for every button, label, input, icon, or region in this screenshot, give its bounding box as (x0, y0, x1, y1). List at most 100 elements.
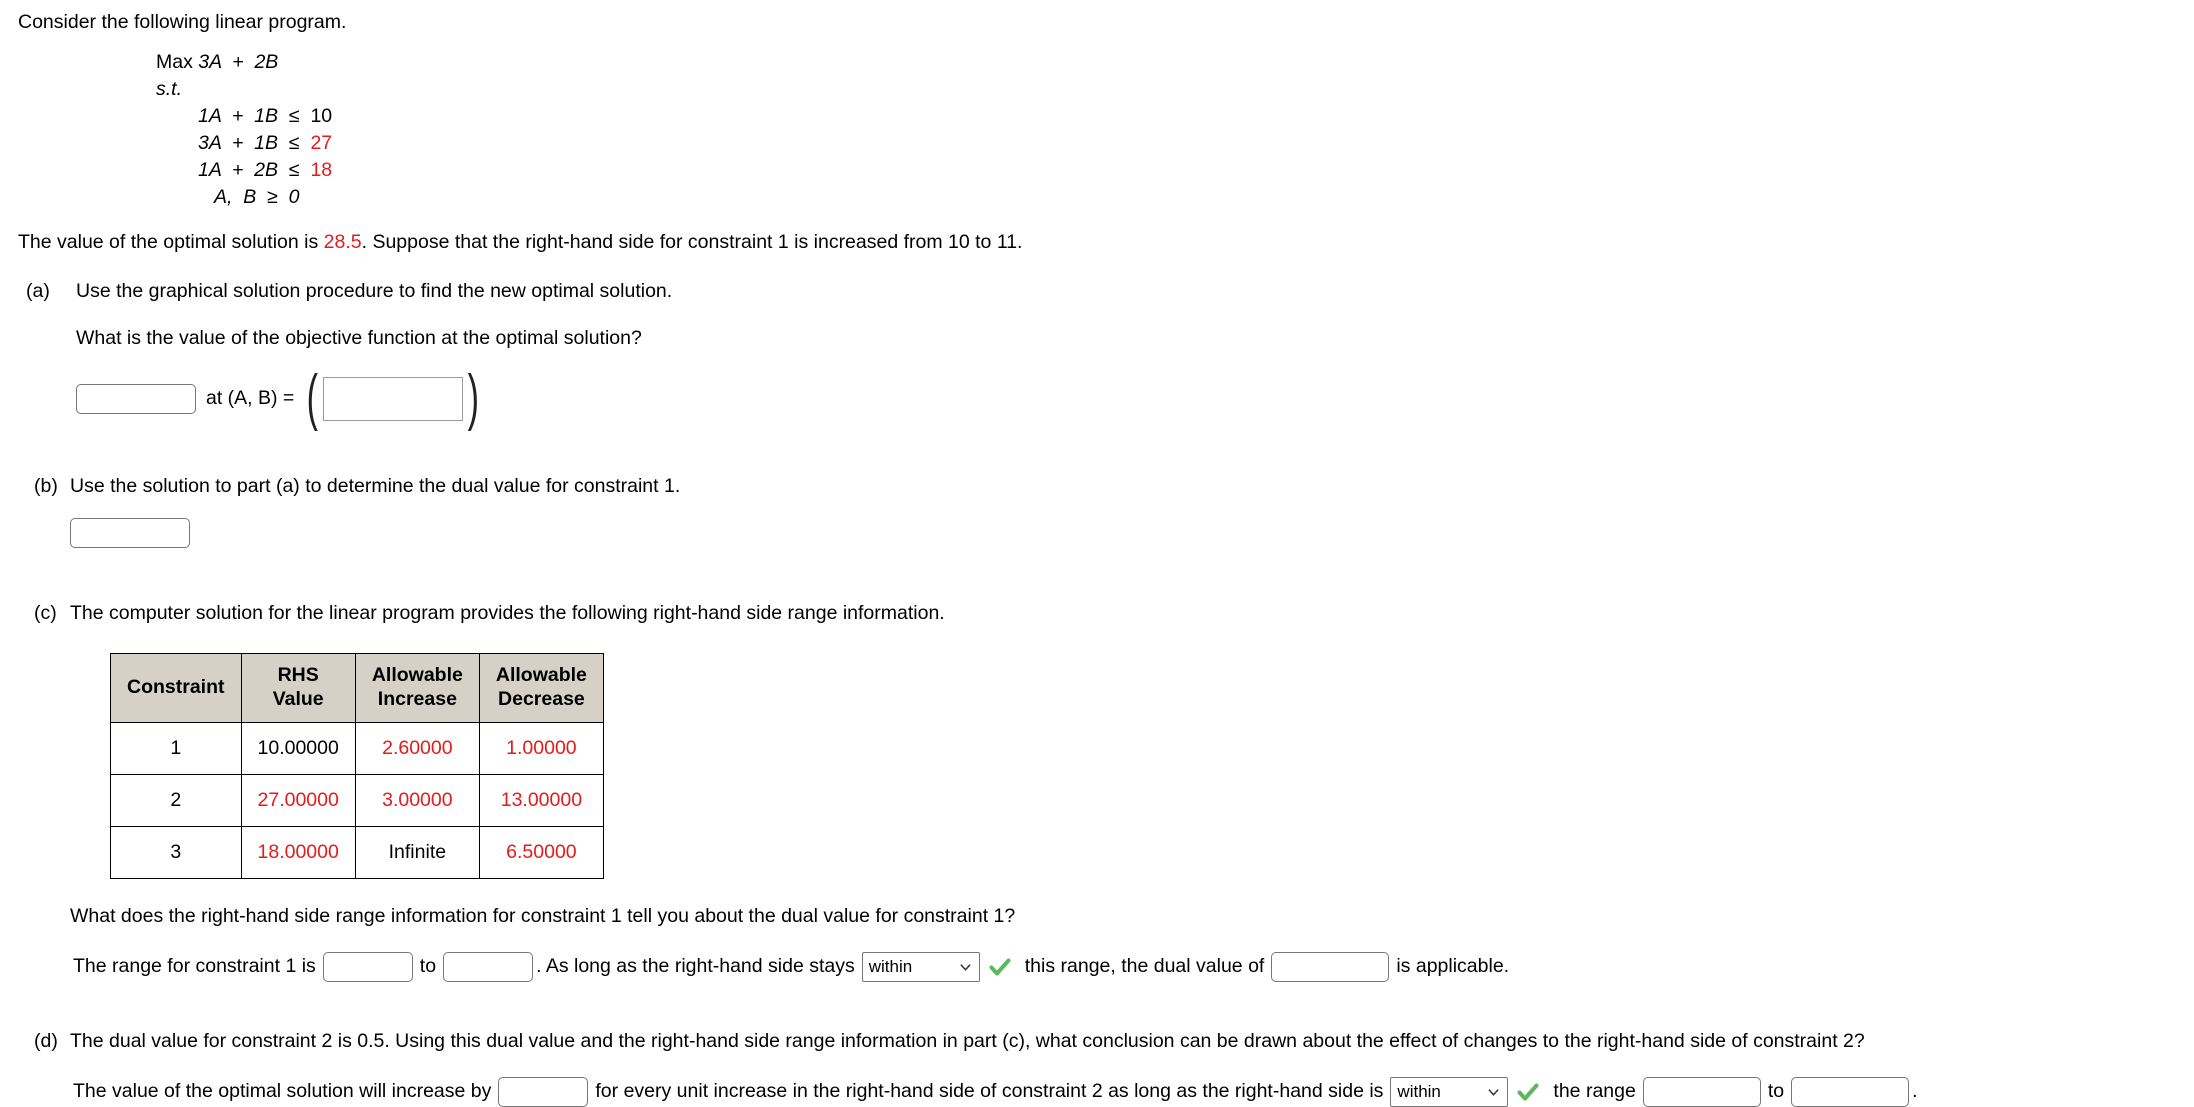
cell-allowable-increase: 2.60000 (354, 721, 480, 775)
range-condition-select-d[interactable]: within (1390, 1076, 1509, 1107)
lp-objective-prefix: Max (156, 51, 193, 74)
table-row: 2 27.00000 3.00000 13.00000 (110, 773, 604, 827)
part-d: (d) The dual value for constraint 2 is 0… (18, 1030, 2194, 1107)
lp-constraint-3-rhs: 18 (310, 159, 333, 182)
lp-objective-row: Max 3A + 2B (138, 49, 2194, 76)
part-d-text-5: . (1912, 1080, 1918, 1103)
part-d-text-1: The value of the optimal solution will i… (73, 1080, 492, 1103)
header-dec-l1: Allowable (495, 663, 587, 686)
part-d-text-4: to (1767, 1080, 1785, 1103)
part-a-prompt: Use the graphical solution procedure to … (76, 280, 673, 303)
part-c-question: What does the right-hand side range info… (70, 904, 1016, 927)
rhs-range-table: Constraint RHS Value Allowable Increase Al… (110, 652, 604, 879)
part-d-text-3: the range (1553, 1080, 1636, 1103)
cell-constraint: 1 (110, 721, 242, 775)
part-b-body: Use the solution to part (a) to determin… (18, 475, 2194, 548)
part-d-text-2: for every unit increase in the right-han… (595, 1080, 1384, 1103)
cell-allowable-decrease: 1.00000 (478, 721, 604, 775)
part-b-prompt: Use the solution to part (a) to determin… (70, 474, 681, 497)
cell-allowable-increase: 3.00000 (354, 773, 480, 827)
lp-objective-expression: 3A + 2B (198, 51, 279, 74)
table-row: 3 18.00000 Infinite 6.50000 (110, 825, 604, 879)
table-body: 1 10.00000 2.60000 1.00000 2 27.00000 3.… (110, 721, 604, 879)
lp-constraint-row-2: 3A + 1B ≤ 27 (138, 130, 2194, 157)
cell-allowable-decrease: 6.50000 (478, 825, 604, 879)
cell-rhs-value: 27.00000 (240, 773, 356, 827)
part-d-prompt: The dual value for constraint 2 is 0.5. … (70, 1029, 1865, 1052)
part-b-label: (b) (34, 474, 58, 497)
chevron-down-icon (960, 963, 971, 971)
exercise-page: Consider the following linear program. M… (0, 0, 2194, 1107)
point-input[interactable] (322, 376, 463, 421)
part-c-answer-row: The range for constraint 1 is to . As lo… (70, 951, 2194, 982)
optimal-solution-statement: The value of the optimal solution is 28.… (18, 231, 2194, 254)
range-high-input-c[interactable] (443, 951, 534, 982)
part-c-text-3: . As long as the right-hand side stays (536, 955, 855, 978)
check-icon (1517, 1083, 1539, 1101)
part-c-text-1: The range for constraint 1 is (73, 955, 316, 978)
objective-value-input[interactable] (76, 383, 196, 414)
statement-optimal-value: 28.5 (323, 231, 362, 254)
range-low-input-c[interactable] (322, 951, 413, 982)
lp-constraint-2-rel: ≤ (288, 132, 300, 155)
part-a-body: Use the graphical solution procedure to … (18, 280, 2194, 433)
header-rhs-value: RHS Value (240, 652, 356, 723)
increase-per-unit-input[interactable] (498, 1076, 589, 1107)
statement-pre: The value of the optimal solution is (18, 231, 324, 254)
range-low-input-d[interactable] (1642, 1076, 1761, 1107)
part-b-answer-row (70, 517, 2194, 548)
part-a: (a) Use the graphical solution procedure… (18, 280, 2194, 433)
part-a-label: (a) (26, 280, 50, 303)
open-paren: ( (306, 363, 319, 433)
lp-subject-to: s.t. (156, 78, 183, 101)
cell-allowable-decrease: 13.00000 (478, 773, 604, 827)
part-c-text-4: this range, the dual value of (1024, 955, 1265, 978)
check-icon (989, 958, 1011, 976)
lp-constraint-3-lhs: 1A + 2B (198, 159, 279, 182)
cell-allowable-increase: Infinite (354, 825, 480, 879)
lp-constraint-2-rhs: 27 (310, 132, 333, 155)
intro-text: Consider the following linear program. (18, 11, 347, 33)
range-high-input-d[interactable] (1791, 1076, 1910, 1107)
lp-constraint-3-rel: ≤ (288, 159, 300, 182)
lp-constraint-1-rel: ≤ (288, 105, 300, 128)
part-b: (b) Use the solution to part (a) to dete… (18, 475, 2194, 548)
part-a-answer-row: at (A, B) = ( ) (76, 363, 2194, 433)
cell-constraint: 2 (110, 773, 242, 827)
header-constraint: Constraint (110, 652, 242, 723)
dual-value-applicable-input[interactable] (1271, 951, 1390, 982)
part-c-text-2: to (419, 955, 437, 978)
part-d-label: (d) (34, 1029, 58, 1052)
part-a-question: What is the value of the objective funct… (76, 327, 642, 350)
part-d-answer-row: The value of the optimal solution will i… (70, 1076, 2194, 1107)
header-rhs-l2: Value (272, 687, 324, 710)
header-inc-l2: Increase (377, 687, 457, 710)
cell-rhs-value: 10.00000 (240, 721, 356, 775)
header-rhs-l1: RHS (277, 663, 319, 686)
part-c-text-5: is applicable. (1396, 955, 1510, 978)
lp-constraint-1-rhs: 10 (310, 105, 333, 128)
table-header-row: Constraint RHS Value Allowable Increase Al… (110, 652, 604, 723)
cell-rhs-value: 18.00000 (240, 825, 356, 879)
part-c-prompt: The computer solution for the linear pro… (70, 601, 945, 624)
dual-value-input[interactable] (70, 517, 190, 548)
header-allowable-decrease: Allowable Decrease (478, 652, 604, 723)
point-group: ( ) (302, 363, 483, 433)
part-c-body: The computer solution for the linear pro… (18, 602, 2194, 982)
table-head: Constraint RHS Value Allowable Increase Al… (110, 652, 604, 723)
linear-program-block: Max 3A + 2B s.t. 1A + 1B ≤ 10 3A + 1B ≤ … (18, 49, 2194, 211)
close-paren: ) (467, 363, 479, 433)
part-c-label: (c) (34, 601, 57, 624)
lp-constraint-2-lhs: 3A + 1B (198, 132, 279, 155)
part-a-at-label: at (A, B) = (206, 387, 295, 410)
range-condition-select-c[interactable]: within (861, 951, 980, 982)
cell-constraint: 3 (110, 825, 242, 879)
header-inc-l1: Allowable (371, 663, 463, 686)
lp-constraint-1-lhs: 1A + 1B (198, 105, 279, 128)
range-condition-value-c: within (868, 956, 913, 976)
header-constraint-l1: Constraint (127, 675, 225, 698)
statement-post: . Suppose that the right-hand side for c… (361, 231, 1023, 254)
header-allowable-increase: Allowable Increase (354, 652, 480, 723)
part-c: (c) The computer solution for the linear… (18, 602, 2194, 982)
header-dec-l2: Decrease (498, 687, 585, 710)
